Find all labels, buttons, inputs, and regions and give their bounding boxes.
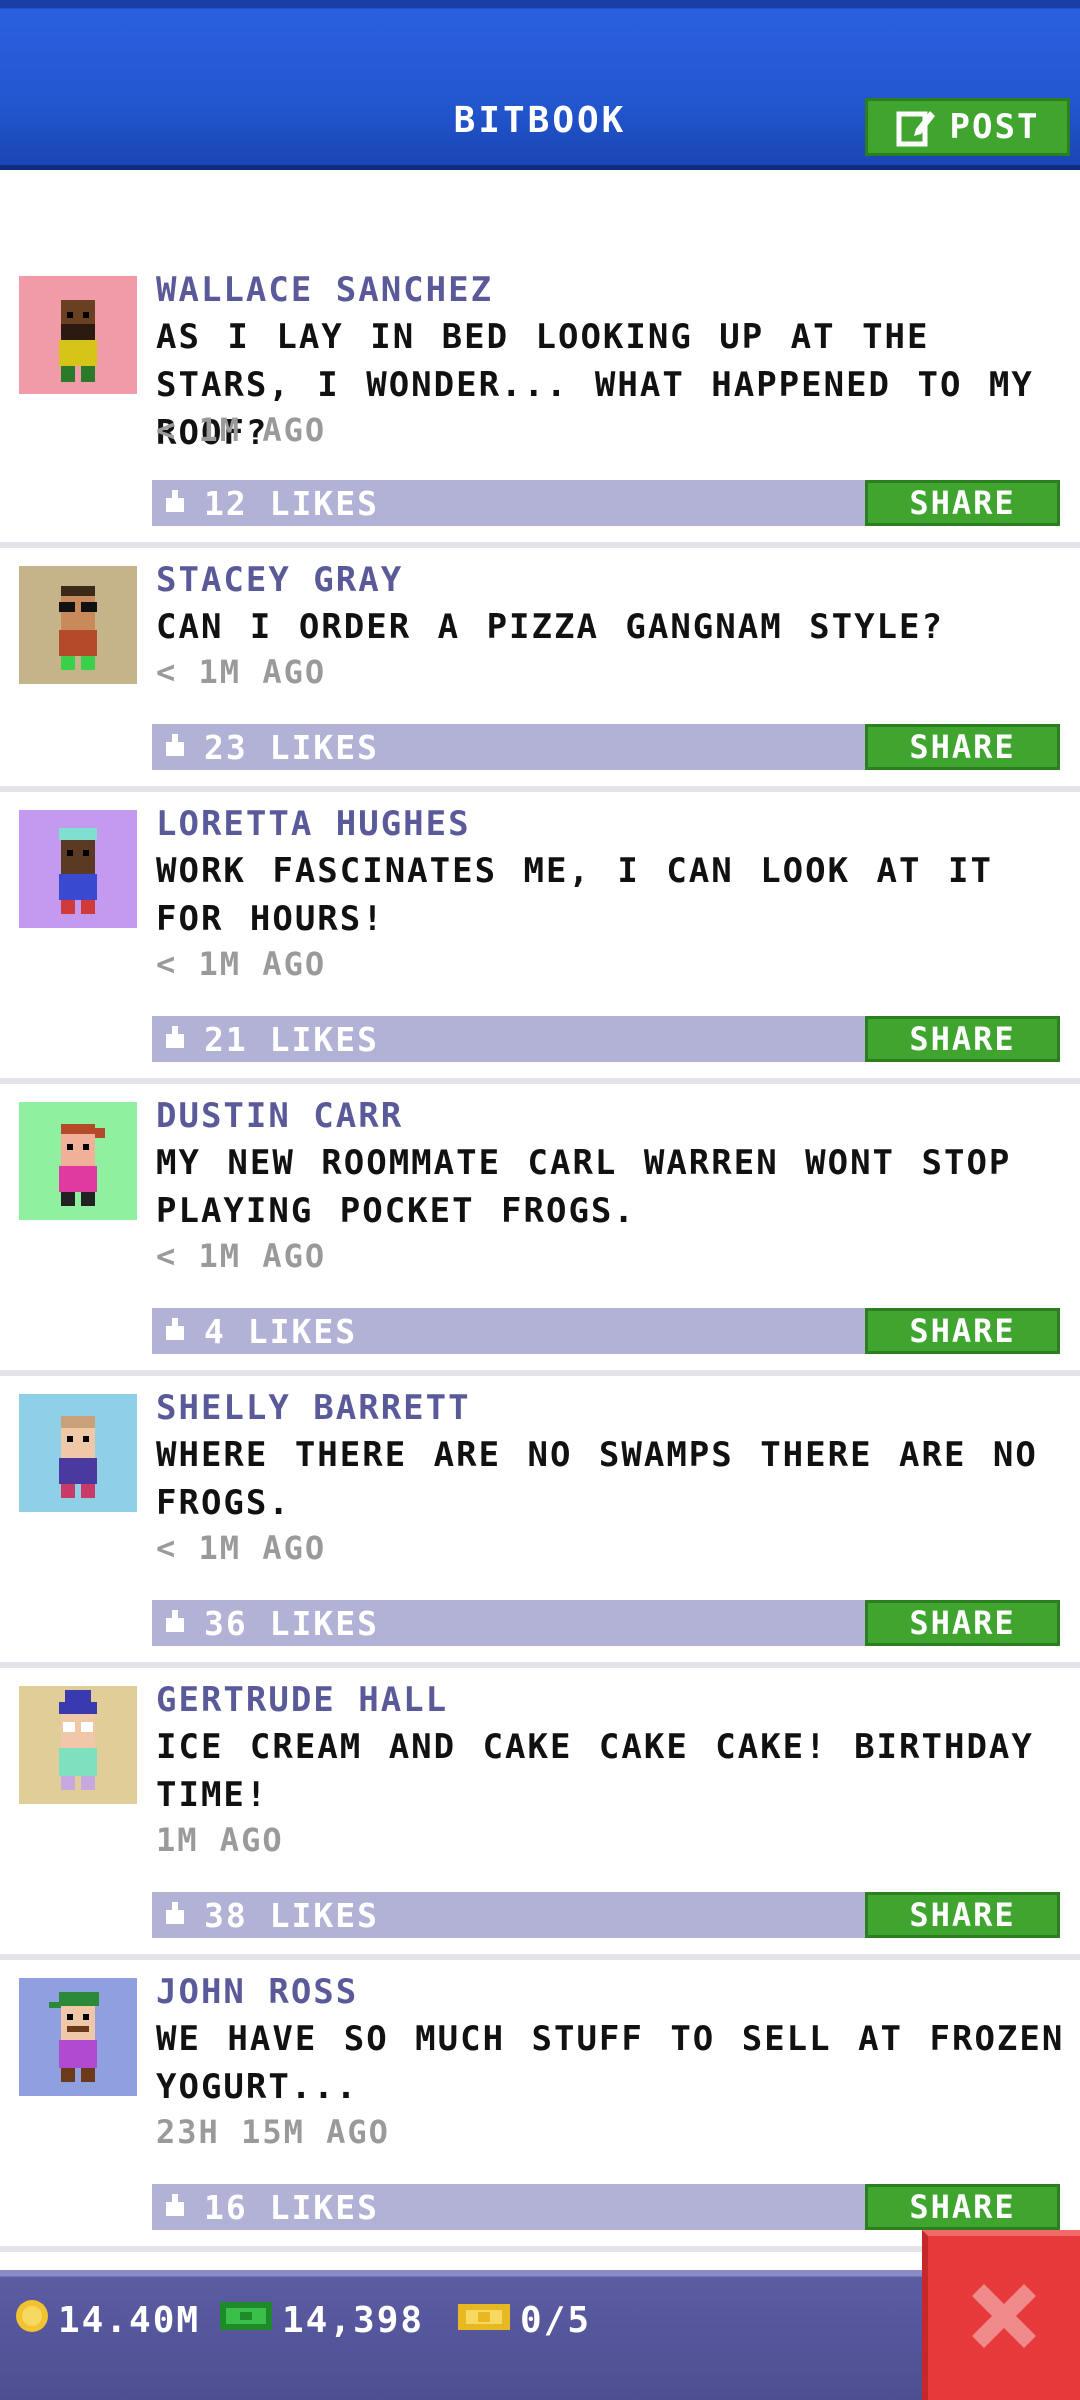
coins-value: 14.40M: [58, 2300, 201, 2341]
thumbs-up-icon: [164, 1318, 186, 1342]
post-time: 1M AGO: [156, 1821, 284, 1859]
like-bar[interactable]: 21 LIKES SHARE: [152, 1016, 1060, 1062]
tickets-stat: 0/5: [456, 2298, 591, 2343]
post-time: < 1M AGO: [156, 945, 327, 983]
post-text: CAN I ORDER A PIZZA GANGNAM STYLE?: [156, 607, 944, 647]
post-time: 23H 15M AGO: [156, 2113, 390, 2151]
like-count: 23 LIKES: [204, 728, 379, 767]
avatar: [19, 1686, 137, 1804]
divider: [0, 542, 1080, 548]
like-count: 4 LIKES: [204, 1312, 358, 1351]
post-text: MY NEW ROOMMATE CARL WARREN WONT STOP PL…: [156, 1143, 1012, 1231]
post-time: < 1M AGO: [156, 1237, 327, 1275]
post-author[interactable]: WALLACE SANCHEZ: [156, 270, 493, 310]
thumbs-up-icon: [164, 2194, 186, 2218]
ticket-icon: [456, 2298, 512, 2343]
like-bar[interactable]: 23 LIKES SHARE: [152, 724, 1060, 770]
edit-icon: [896, 107, 936, 147]
divider: [0, 1078, 1080, 1084]
post-button-label: POST: [949, 107, 1040, 147]
avatar: [19, 1978, 137, 2096]
share-button[interactable]: SHARE: [865, 1600, 1060, 1646]
thumbs-up-icon: [164, 1902, 186, 1926]
status-bar: 14.40M 14,398 0/5: [0, 2270, 1080, 2400]
post-text: WHERE THERE ARE NO SWAMPS THERE ARE NO F…: [156, 1435, 1038, 1523]
post-time: < 1M AGO: [156, 1529, 327, 1567]
share-button[interactable]: SHARE: [865, 2184, 1060, 2230]
like-count: 38 LIKES: [204, 1896, 379, 1935]
avatar: [19, 810, 137, 928]
like-count: 12 LIKES: [204, 484, 379, 523]
bux-stat: 14,398: [218, 2298, 424, 2343]
post-author[interactable]: GERTRUDE HALL: [156, 1680, 448, 1720]
post-author[interactable]: LORETTA HUGHES: [156, 804, 471, 844]
divider: [0, 2246, 1080, 2252]
coins-stat: 14.40M: [14, 2298, 200, 2343]
divider: [0, 1370, 1080, 1376]
close-button[interactable]: [922, 2230, 1080, 2400]
post-text: WE HAVE SO MUCH STUFF TO SELL AT FROZEN …: [156, 2019, 1065, 2107]
thumbs-up-icon: [164, 1610, 186, 1634]
avatar: [19, 1102, 137, 1220]
post-time: < 1M AGO: [156, 653, 327, 691]
post-button[interactable]: POST: [865, 98, 1070, 156]
like-count: 36 LIKES: [204, 1604, 379, 1643]
avatar: [19, 566, 137, 684]
share-button[interactable]: SHARE: [865, 1016, 1060, 1062]
feed-list[interactable]: WALLACE SANCHEZ AS I LAY IN BED LOOKING …: [0, 170, 1080, 2270]
post-text: WORK FASCINATES ME, I CAN LOOK AT IT FOR…: [156, 851, 993, 939]
share-button[interactable]: SHARE: [865, 724, 1060, 770]
avatar: [19, 1394, 137, 1512]
like-bar[interactable]: 36 LIKES SHARE: [152, 1600, 1060, 1646]
thumbs-up-icon: [164, 490, 186, 514]
coin-icon: [14, 2298, 50, 2343]
divider: [0, 1662, 1080, 1668]
like-bar[interactable]: 16 LIKES SHARE: [152, 2184, 1060, 2230]
post-author[interactable]: DUSTIN CARR: [156, 1096, 403, 1136]
share-button[interactable]: SHARE: [865, 480, 1060, 526]
divider: [0, 786, 1080, 792]
like-count: 16 LIKES: [204, 2188, 379, 2227]
share-button[interactable]: SHARE: [865, 1892, 1060, 1938]
tickets-value: 0/5: [520, 2300, 592, 2341]
app-header: BITBOOK POST: [0, 0, 1080, 170]
avatar: [19, 276, 137, 394]
like-bar[interactable]: 38 LIKES SHARE: [152, 1892, 1060, 1938]
divider: [0, 1954, 1080, 1960]
like-bar[interactable]: 4 LIKES SHARE: [152, 1308, 1060, 1354]
thumbs-up-icon: [164, 1026, 186, 1050]
post-time: < 1M AGO: [156, 411, 327, 449]
post-text: ICE CREAM AND CAKE CAKE CAKE! BIRTHDAY T…: [156, 1727, 1034, 1815]
bux-icon: [218, 2298, 274, 2343]
close-icon: [964, 2276, 1044, 2360]
post-author[interactable]: STACEY GRAY: [156, 560, 403, 600]
bux-value: 14,398: [282, 2300, 425, 2341]
post-author[interactable]: JOHN ROSS: [156, 1972, 358, 2012]
thumbs-up-icon: [164, 734, 186, 758]
share-button[interactable]: SHARE: [865, 1308, 1060, 1354]
like-count: 21 LIKES: [204, 1020, 379, 1059]
post-author[interactable]: SHELLY BARRETT: [156, 1388, 471, 1428]
like-bar[interactable]: 12 LIKES SHARE: [152, 480, 1060, 526]
